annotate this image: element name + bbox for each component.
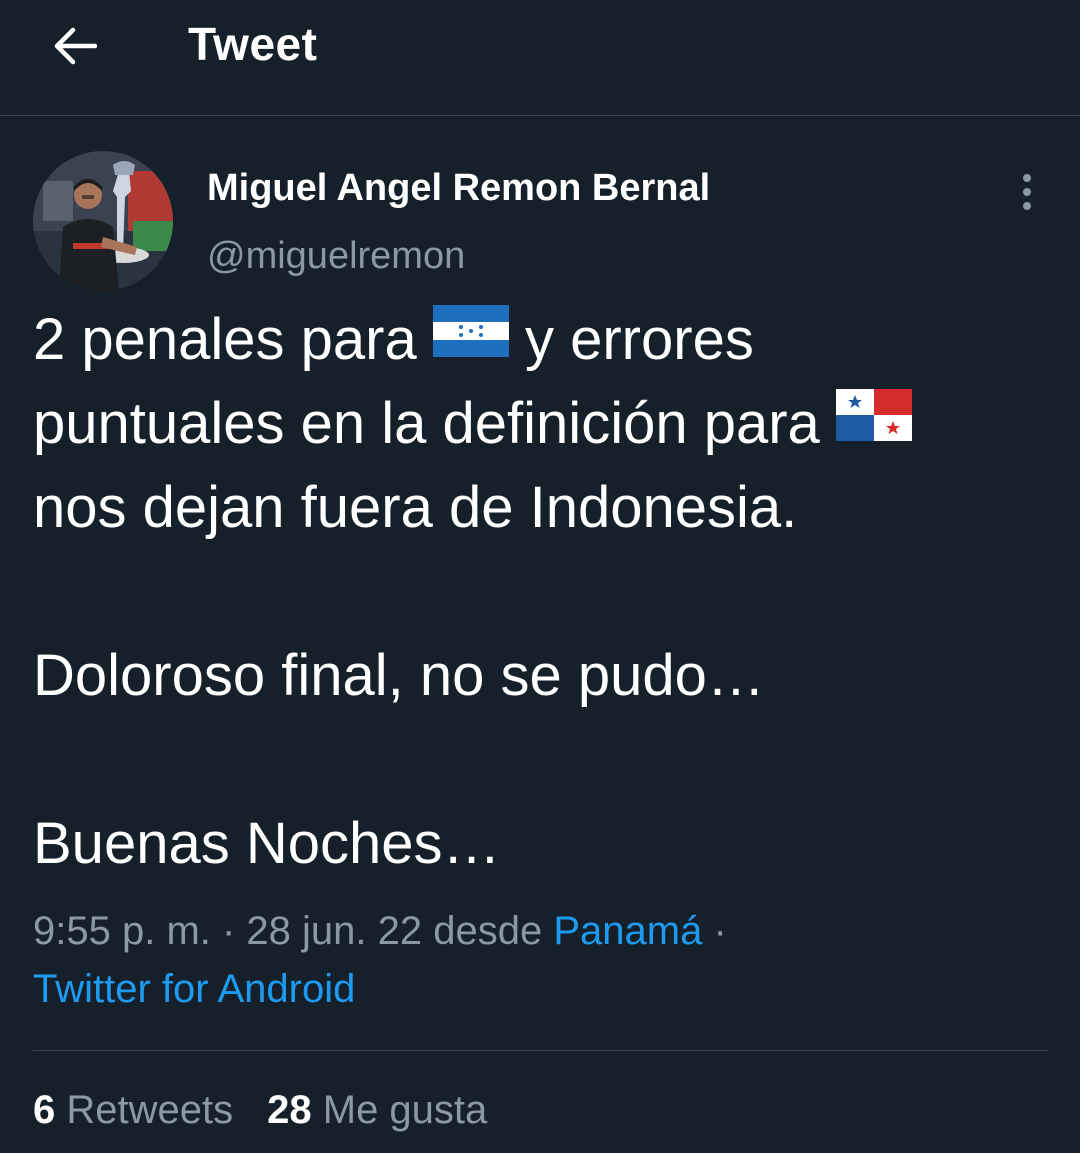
tweet-date[interactable]: 28 jun. 22: [246, 909, 422, 953]
tweet-line: Buenas Noches…: [33, 811, 501, 876]
source-link[interactable]: Twitter for Android: [33, 967, 355, 1011]
tweet-time[interactable]: 9:55 p. m.: [33, 909, 211, 953]
tweet-line: Doloroso final, no se pudo…: [33, 643, 765, 708]
tweet-metadata: 9:55 p. m. · 28 jun. 22 desde Panamá · T…: [33, 902, 1053, 1018]
retweets-count: 6: [33, 1088, 56, 1132]
page-title: Tweet: [188, 18, 318, 70]
more-vertical-icon: [1023, 174, 1031, 210]
location-link[interactable]: Panamá: [553, 909, 702, 953]
tweet-line: 2 penales para y errores: [33, 298, 1053, 382]
profile-photo: [33, 151, 173, 291]
from-text: desde: [422, 909, 554, 953]
tweet-line: nos dejan fuera de Indonesia.: [33, 475, 798, 540]
panama-flag-icon: [835, 380, 912, 464]
tweet-text-segment: y errores: [525, 307, 754, 372]
separator: ·: [702, 909, 727, 953]
likes-count: 28: [267, 1088, 312, 1132]
back-button[interactable]: [44, 20, 104, 72]
likes-stat[interactable]: 28 Me gusta: [267, 1088, 487, 1132]
likes-label: Me gusta: [322, 1088, 488, 1132]
top-app-bar: Tweet: [0, 0, 1080, 116]
retweets-label: Retweets: [66, 1088, 234, 1132]
divider: [33, 1050, 1048, 1051]
arrow-left-icon: [54, 27, 97, 65]
tweet-line: puntuales en la definición para: [33, 382, 1053, 466]
author-handle[interactable]: @miguelremon: [207, 231, 465, 281]
retweets-stat[interactable]: 6 Retweets: [33, 1088, 233, 1132]
tweet-text-segment: puntuales en la definición para: [33, 391, 820, 456]
engagement-stats: 6 Retweets 28 Me gusta: [33, 1082, 521, 1138]
honduras-flag-icon: [432, 296, 509, 380]
more-options-button[interactable]: [1005, 168, 1049, 216]
tweet-text: 2 penales para y errores puntuales en la…: [33, 298, 1053, 886]
author-name[interactable]: Miguel Angel Remon Bernal: [207, 163, 710, 213]
tweet-text-segment: 2 penales para: [33, 307, 417, 372]
avatar[interactable]: [33, 151, 173, 291]
separator: ·: [210, 909, 247, 953]
